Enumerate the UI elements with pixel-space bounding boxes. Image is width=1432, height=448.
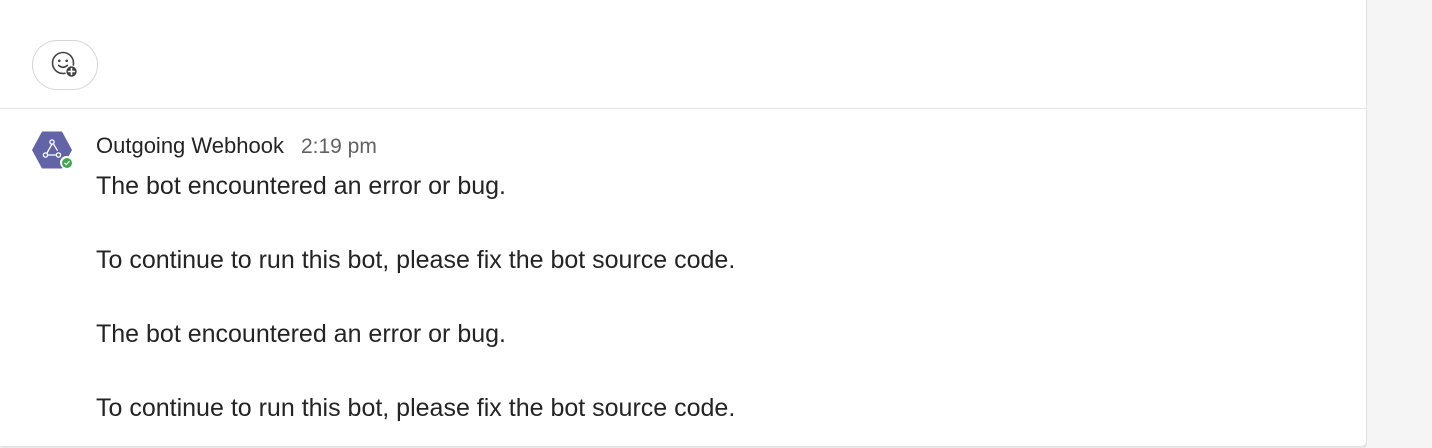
message-line: The bot encountered an error or bug.: [96, 172, 506, 200]
right-gutter: [1367, 0, 1432, 448]
message: Outgoing Webhook 2:19 pm The bot encount…: [0, 109, 1366, 446]
status-badge: [60, 156, 73, 169]
reaction-area: [0, 0, 1366, 108]
message-header: Outgoing Webhook 2:19 pm: [96, 133, 377, 161]
available-status-icon: [61, 157, 72, 168]
add-reaction-button[interactable]: [32, 40, 98, 90]
timestamp: 2:19 pm: [300, 135, 377, 158]
sender-name[interactable]: Outgoing Webhook: [96, 133, 284, 159]
chat-panel: Outgoing Webhook 2:19 pm The bot encount…: [0, 0, 1367, 447]
message-line: To continue to run this bot, please fix …: [96, 394, 736, 422]
message-line: The bot encountered an error or bug.: [96, 320, 506, 348]
message-body: The bot encountered an error or bug. To …: [96, 170, 1296, 424]
add-reaction-icon: [50, 50, 80, 80]
message-line: To continue to run this bot, please fix …: [96, 246, 736, 274]
